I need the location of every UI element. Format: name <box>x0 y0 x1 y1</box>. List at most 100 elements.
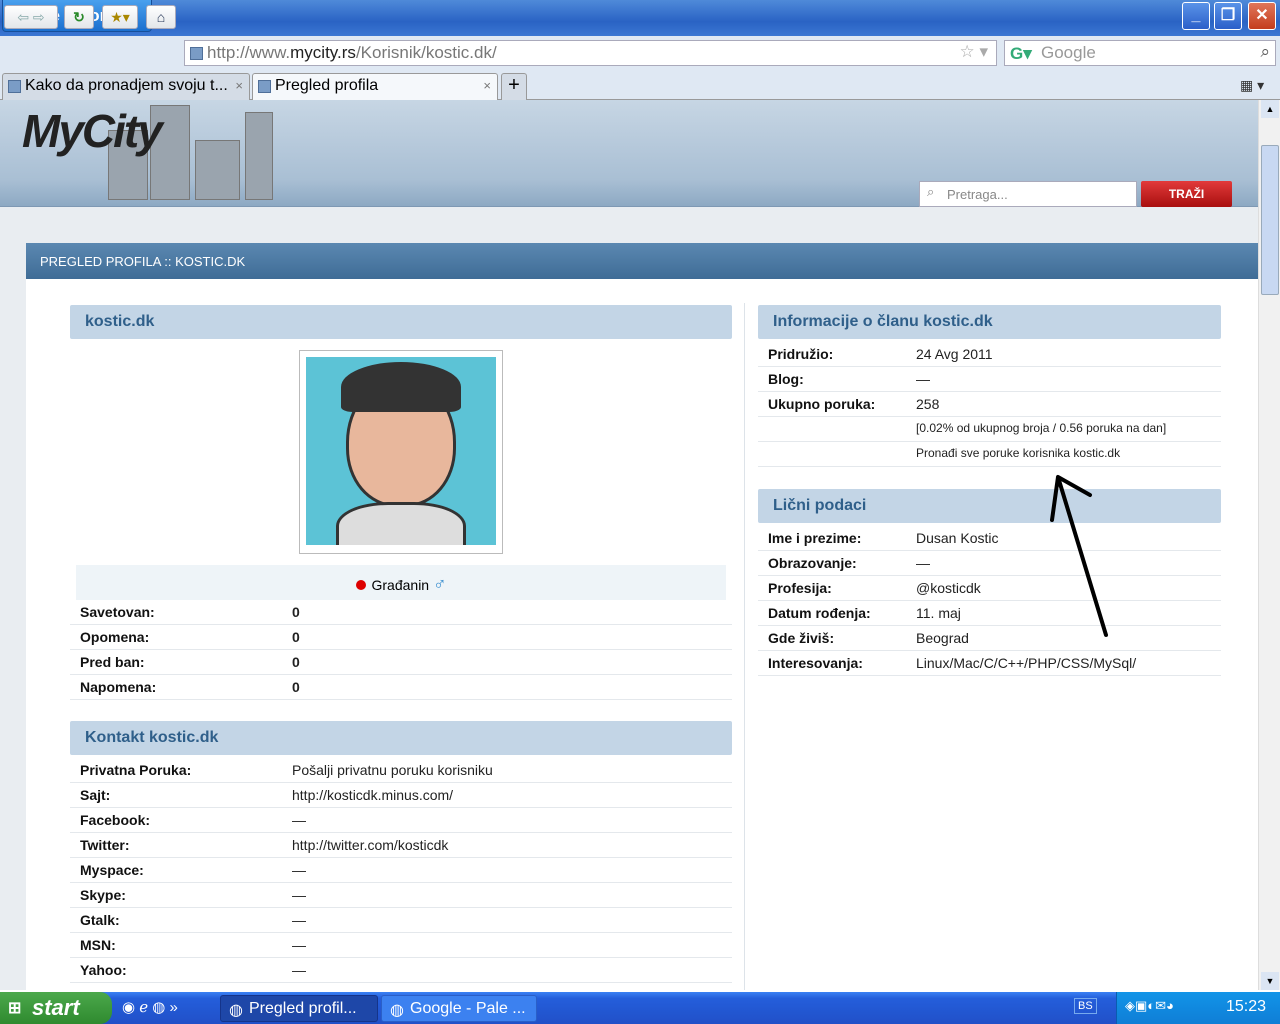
detail-row: Skype: — <box>70 883 732 908</box>
quick-launch-icons[interactable]: ◉ ℯ ◍ » <box>122 998 178 1016</box>
close-tab-icon[interactable]: × <box>235 78 243 93</box>
home-icon[interactable]: ⌂ <box>146 5 176 29</box>
field-link[interactable]: http://kosticdk.minus.com/ <box>292 787 453 803</box>
info-heading: Informacije o članu kostic.dk <box>758 305 1221 339</box>
google-icon: G▾ <box>1010 44 1032 63</box>
new-tab-button[interactable]: + <box>501 73 527 100</box>
field-label: Myspace: <box>80 862 144 878</box>
stat-row: Pred ban: 0 <box>70 650 732 675</box>
detail-row: [0.02% od ukupnog broja / 0.56 poruka na… <box>758 417 1221 442</box>
offline-status-icon <box>355 580 366 590</box>
field-link[interactable]: Pošalji privatnu poruku korisniku <box>292 762 493 778</box>
url-bar[interactable]: http://www.mycity.rs/Korisnik/kostic.dk/… <box>184 40 997 66</box>
annotation-arrow <box>1050 475 1108 637</box>
contact-heading: Kontakt kostic.dk <box>70 721 732 755</box>
close-button[interactable]: ✕ <box>1248 2 1276 30</box>
detail-row: Datum rođenja: 11. maj <box>758 601 1221 626</box>
system-tray: ◈▣◐✉◕ 15:23 <box>1116 992 1280 1024</box>
favicon <box>8 80 21 93</box>
search-icon: ⌕ <box>927 184 935 199</box>
detail-row: Ukupno poruka: 258 <box>758 392 1221 417</box>
field-value: Beograd <box>916 630 969 646</box>
field-value: 11. maj <box>916 605 961 621</box>
web-page: MyCity ⌕ Pretraga... TRAŽI PREGLED PROFIL… <box>0 100 1258 990</box>
field-label: Profesija: <box>768 580 832 596</box>
field-value: — <box>292 912 306 928</box>
detail-row: Ime i prezime: Dusan Kostic <box>758 526 1221 551</box>
web-search-input[interactable]: G▾ Google ⌕ <box>1004 40 1276 66</box>
profile-heading: kostic.dk <box>70 305 732 339</box>
close-tab-icon[interactable]: × <box>483 78 491 93</box>
tray-icons[interactable]: ◈▣◐✉◕ <box>1125 998 1174 1014</box>
avatar <box>299 350 503 554</box>
site-search-input[interactable]: ⌕ Pretraga... <box>919 181 1137 207</box>
field-label: Blog: <box>768 371 804 387</box>
tab-list-icon[interactable]: ▦ ▾ <box>1240 77 1264 94</box>
stat-row: Savetovan: 0 <box>70 600 732 625</box>
tab-pregled-profila[interactable]: Pregled profila × <box>252 73 498 100</box>
field-label: Gde živiš: <box>768 630 835 646</box>
language-indicator[interactable]: BS <box>1074 998 1097 1014</box>
detail-row: Gtalk: — <box>70 908 732 933</box>
field-label: Yahoo: <box>80 962 127 978</box>
back-forward-button[interactable]: ⇦ ⇨ <box>4 5 58 29</box>
detail-row: MSN: — <box>70 933 732 958</box>
field-label: Ukupno poruka: <box>768 396 876 412</box>
detail-row: Profesija: @kosticdk <box>758 576 1221 601</box>
contact-list: Privatna Poruka: Pošalji privatnu poruku … <box>70 758 732 983</box>
personal-list: Ime i prezime: Dusan Kostic Obrazovanje: — P… <box>758 526 1221 676</box>
detail-row: Pridružio: 24 Avg 2011 <box>758 342 1221 367</box>
vertical-scrollbar[interactable]: ▲ ▼ <box>1258 100 1280 990</box>
favicon <box>258 80 271 93</box>
info-list: Pridružio: 24 Avg 2011 Blog: — Ukupno poruka… <box>758 342 1221 467</box>
field-label: Privatna Poruka: <box>80 762 192 778</box>
field-value: 24 Avg 2011 <box>916 346 993 362</box>
field-value: 258 <box>916 396 940 412</box>
bookmarks-icon[interactable]: ★▾ <box>102 5 138 29</box>
detail-row: Twitter: http://twitter.com/kosticdk <box>70 833 732 858</box>
windows-logo-icon: ⊞ <box>8 1000 22 1017</box>
taskbar-item-google[interactable]: ◍ Google - Pale ... <box>381 995 537 1022</box>
field-label: Facebook: <box>80 812 151 828</box>
male-icon: ♂ <box>432 574 447 594</box>
site-logo[interactable]: MyCity <box>22 104 163 158</box>
field-value: — <box>916 555 930 571</box>
reload-icon[interactable]: ↻ <box>64 5 94 29</box>
detail-row: Obrazovanje: — <box>758 551 1221 576</box>
search-button[interactable]: TRAŽI <box>1141 181 1232 207</box>
tab-kako-da-pronadjem[interactable]: Kako da pronadjem svoju t... × <box>2 73 250 100</box>
field-value: @kosticdk <box>916 580 981 596</box>
detail-row: Sajt: http://kosticdk.minus.com/ <box>70 783 732 808</box>
field-value: — <box>916 371 930 387</box>
field-label: Pridružio: <box>768 346 834 362</box>
detail-row: Gde živiš: Beograd <box>758 626 1221 651</box>
field-link[interactable]: http://twitter.com/kosticdk <box>292 837 448 853</box>
field-label: Ime i prezime: <box>768 530 862 546</box>
clock: 15:23 <box>1225 998 1266 1015</box>
search-icon[interactable]: ⌕ <box>1260 42 1270 62</box>
minimize-button[interactable]: _ <box>1182 2 1210 30</box>
site-favicon <box>190 47 203 60</box>
detail-row: Blog: — <box>758 367 1221 392</box>
scrollbar-thumb[interactable] <box>1261 145 1279 295</box>
field-label: Skype: <box>80 887 126 903</box>
field-value: — <box>292 812 306 828</box>
field-label: Datum rođenja: <box>768 605 871 621</box>
field-label: MSN: <box>80 937 116 953</box>
field-value: [0.02% od ukupnog broja / 0.56 poruka na… <box>916 421 1167 435</box>
detail-row: Facebook: — <box>70 808 732 833</box>
field-link[interactable]: Pronađi sve poruke korisnika kostic.dk <box>916 446 1120 460</box>
bookmark-star-icon[interactable]: ☆ ▾ <box>960 42 989 62</box>
breadcrumb: PREGLED PROFILA :: KOSTIC.DK <box>26 243 1258 279</box>
taskbar-item-pregled-profila[interactable]: ◍ Pregled profil... <box>220 995 378 1022</box>
browser-icon: ◍ <box>229 1002 243 1019</box>
start-button[interactable]: ⊞ start <box>0 992 112 1024</box>
stat-row: Napomena: 0 <box>70 675 732 700</box>
field-value: — <box>292 862 306 878</box>
field-label: Twitter: <box>80 837 130 853</box>
field-value: Dusan Kostic <box>916 530 999 546</box>
maximize-button[interactable]: ❐ <box>1214 2 1242 30</box>
field-value: Linux/Mac/C/C++/PHP/CSS/MySql/ <box>916 655 1137 671</box>
field-value: — <box>292 887 306 903</box>
detail-row: Pronađi sve poruke korisnika kostic.dk <box>758 442 1221 467</box>
